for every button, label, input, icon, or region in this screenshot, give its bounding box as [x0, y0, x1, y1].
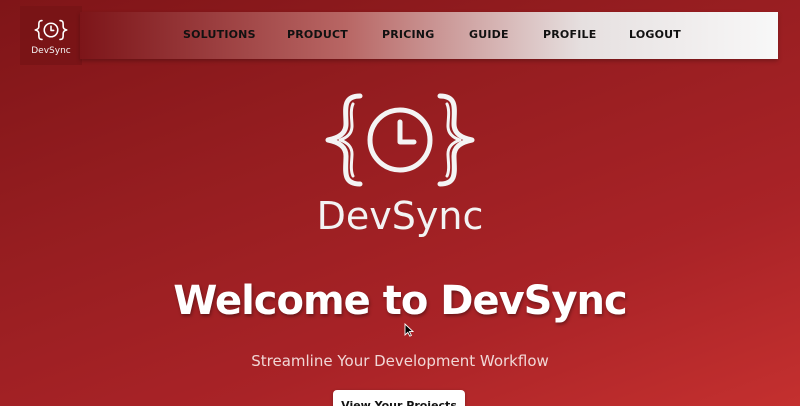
mouse-cursor-icon [404, 323, 414, 337]
hero-title: Welcome to DevSync [173, 278, 627, 324]
hero-subtitle: Streamline Your Development Workflow [251, 352, 549, 370]
nav-pricing[interactable]: PRICING [382, 28, 434, 41]
main-nav: SOLUTIONS PRODUCT PRICING GUIDE PROFILE … [80, 12, 778, 59]
brackets-clock-icon [325, 93, 475, 187]
header-logo[interactable]: DevSync [20, 6, 82, 65]
view-projects-button[interactable]: View Your Projects [333, 390, 465, 406]
hero-brand-text: DevSync [316, 194, 484, 238]
brackets-clock-icon [34, 19, 68, 40]
nav-logout[interactable]: LOGOUT [629, 28, 681, 41]
nav-profile[interactable]: PROFILE [543, 28, 596, 41]
nav-guide[interactable]: GUIDE [469, 28, 509, 41]
nav-solutions[interactable]: SOLUTIONS [183, 28, 256, 41]
header-logo-text: DevSync [31, 45, 71, 56]
nav-product[interactable]: PRODUCT [287, 28, 348, 41]
